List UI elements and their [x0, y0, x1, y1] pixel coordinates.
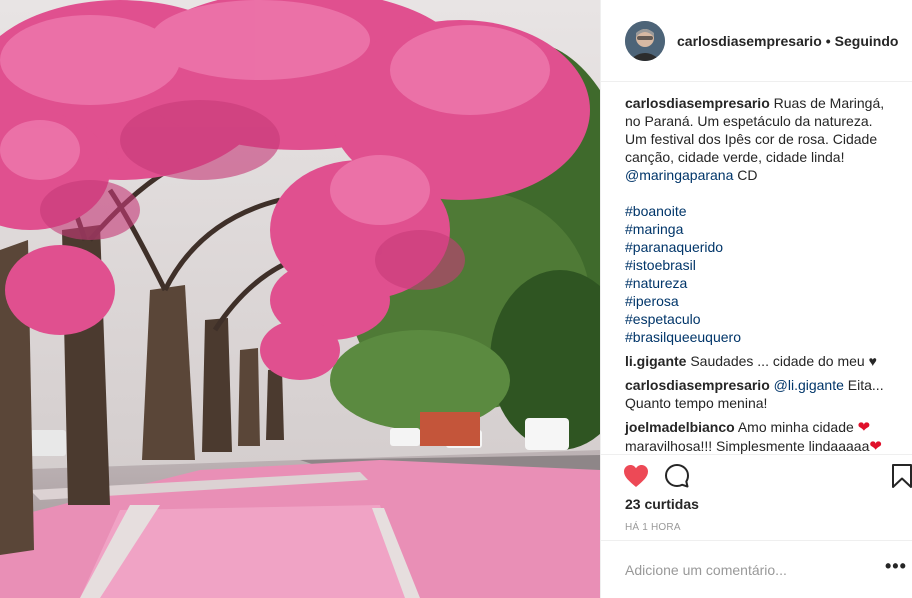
- avatar[interactable]: [625, 20, 665, 61]
- comments-list[interactable]: carlosdiasempresario Ruas de Maringá, no…: [601, 82, 912, 454]
- caption-username[interactable]: carlosdiasempresario: [625, 95, 770, 111]
- comment-mention[interactable]: @li.gigante: [774, 377, 844, 393]
- header-text: carlosdiasempresario • Seguindo: [677, 33, 898, 49]
- comment-text: Amo minha cidade: [734, 419, 858, 435]
- user-avatar-icon: [625, 20, 665, 61]
- more-options-icon[interactable]: •••: [885, 557, 907, 579]
- post-header: carlosdiasempresario • Seguindo: [601, 0, 912, 82]
- post-photo[interactable]: [0, 0, 600, 598]
- action-bar: [601, 454, 912, 494]
- red-heart-emoji-icon: ❤: [869, 438, 882, 454]
- heart-filled-icon: [624, 465, 648, 487]
- add-comment-input[interactable]: [625, 559, 855, 581]
- likes-count[interactable]: 23 curtidas: [625, 496, 699, 512]
- post-side-panel: carlosdiasempresario • Seguindo carlosdias…: [600, 0, 912, 598]
- pink-trees-image: [0, 0, 600, 598]
- hashtag-list: #boanoite #maringa #paranaquerido #istoe…: [625, 202, 895, 346]
- like-button[interactable]: [623, 463, 649, 489]
- hashtag-link[interactable]: #brasilqueeuquero: [625, 328, 895, 346]
- hashtag-link[interactable]: #istoebrasil: [625, 256, 895, 274]
- comment-item: carlosdiasempresario @li.gigante Eita...…: [625, 376, 895, 412]
- instagram-post: carlosdiasempresario • Seguindo carlosdias…: [0, 0, 912, 598]
- comment-text: Saudades ... cidade do meu ♥: [686, 353, 877, 369]
- comment-item: joelmadelbianco Amo minha cidade ❤ marav…: [625, 418, 895, 454]
- caption: carlosdiasempresario Ruas de Maringá, no…: [625, 94, 895, 346]
- hashtag-link[interactable]: #boanoite: [625, 202, 895, 220]
- comment-bubble-icon: [665, 464, 689, 488]
- hashtag-link[interactable]: #maringa: [625, 220, 895, 238]
- comment-item: li.gigante Saudades ... cidade do meu ♥: [625, 352, 895, 370]
- post-timestamp[interactable]: HÁ 1 HORA: [625, 522, 681, 533]
- comment-username[interactable]: carlosdiasempresario: [625, 377, 770, 393]
- comment-username[interactable]: joelmadelbianco: [625, 419, 735, 435]
- save-button[interactable]: [889, 463, 912, 489]
- follow-status-button[interactable]: Seguindo: [835, 33, 899, 49]
- hashtag-link[interactable]: #iperosa: [625, 292, 895, 310]
- comment-text-continued: maravilhosa!!! Simplesmente lindaaaaa: [625, 438, 870, 454]
- hashtag-link[interactable]: #natureza: [625, 274, 895, 292]
- separator-dot: •: [825, 32, 831, 49]
- bookmark-icon: [892, 464, 912, 488]
- hashtag-link[interactable]: #paranaquerido: [625, 238, 895, 256]
- caption-mention[interactable]: @maringaparana: [625, 167, 733, 183]
- caption-suffix: CD: [733, 167, 758, 183]
- hashtag-link[interactable]: #espetaculo: [625, 310, 895, 328]
- add-comment-bar: •••: [601, 540, 912, 598]
- comment-button[interactable]: [664, 463, 690, 489]
- comment-username[interactable]: li.gigante: [625, 353, 686, 369]
- author-username[interactable]: carlosdiasempresario: [677, 33, 822, 49]
- red-heart-emoji-icon: ❤: [857, 419, 871, 436]
